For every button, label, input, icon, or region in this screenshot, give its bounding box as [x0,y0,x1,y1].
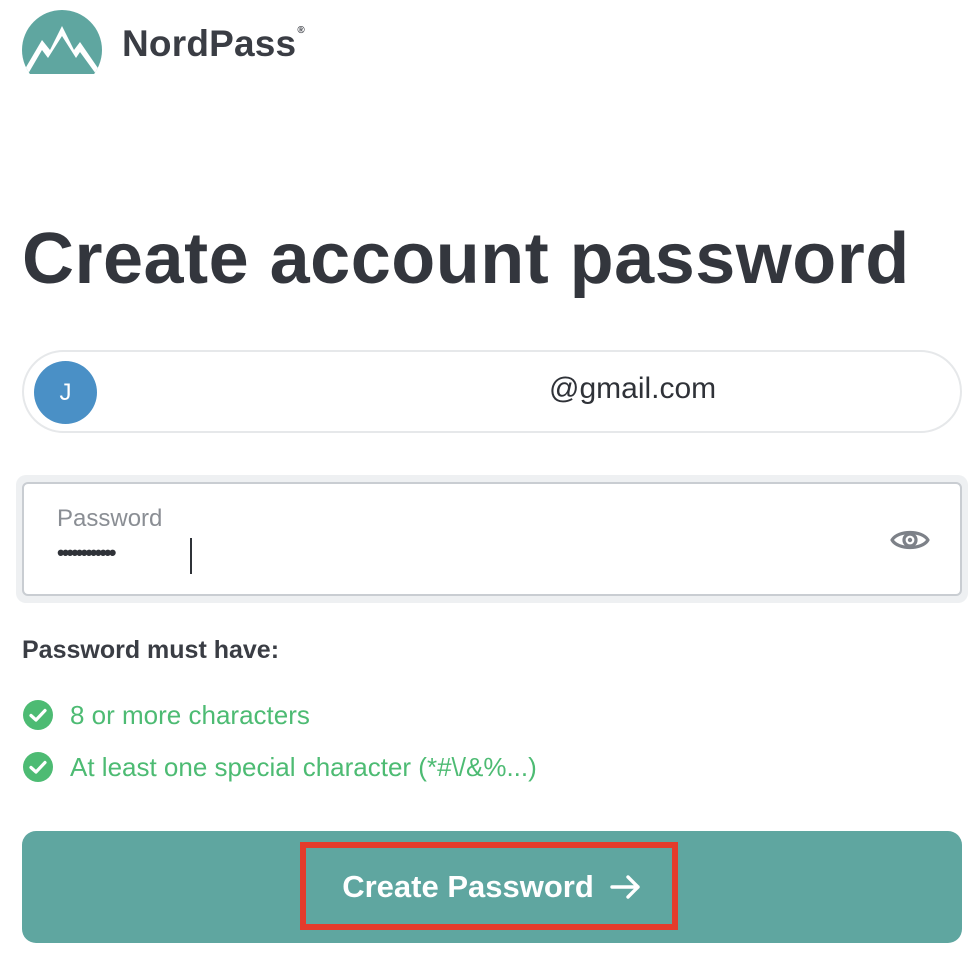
create-password-button[interactable]: Create Password [22,831,962,943]
text-caret [190,538,192,574]
account-selector[interactable]: J @gmail.com [22,350,962,433]
password-input[interactable]: •••••••••••• [57,540,116,566]
nordpass-mountain-logo-icon [22,10,102,74]
brand-name: NordPass® [122,23,305,64]
registered-mark: ® [297,24,305,36]
requirement-label: At least one special character (*#\/&%..… [70,751,537,782]
password-label: Password [57,505,163,532]
account-email: @gmail.com [549,372,717,405]
show-password-button[interactable] [890,522,930,558]
brand-logo: NordPass® [22,10,305,74]
check-circle-icon [23,752,53,782]
create-password-label: Create Password [342,869,594,904]
requirements-heading: Password must have: [22,636,280,664]
requirement-label: 8 or more characters [70,699,310,730]
check-circle-icon [23,700,53,730]
arrow-right-icon [610,875,640,899]
page-title: Create account password [22,219,910,299]
requirement-special-char: At least one special character (*#\/&%..… [22,751,537,783]
avatar: J [34,361,97,424]
requirement-min-length: 8 or more characters [22,699,310,731]
password-field[interactable]: Password •••••••••••• [22,482,962,596]
button-content: Create Password [22,831,962,943]
create-password-page: NordPass® Create account password J @gma… [0,0,978,960]
eye-icon [890,530,930,550]
